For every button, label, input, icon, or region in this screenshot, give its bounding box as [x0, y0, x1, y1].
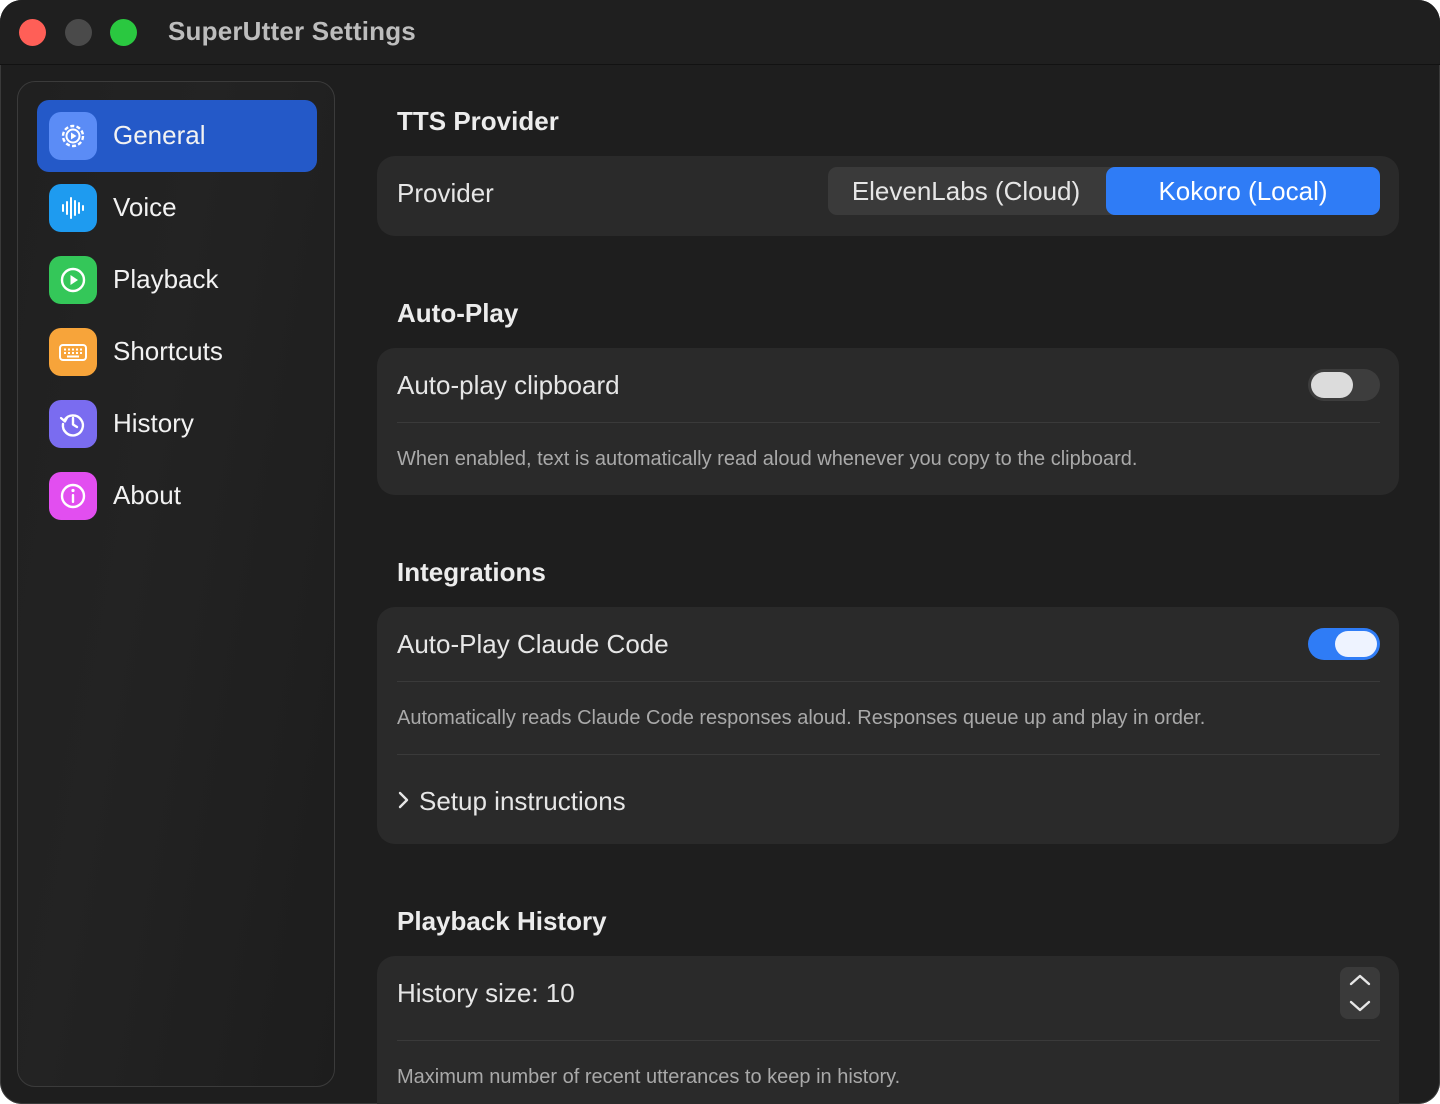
- sidebar-item-label: About: [113, 480, 181, 510]
- section-title-auto-play: Auto-Play: [397, 298, 519, 328]
- provider-segmented-control: ElevenLabs (Cloud) Kokoro (Local): [828, 167, 1380, 215]
- history-size-description: Maximum number of recent utterances to k…: [397, 1066, 901, 1088]
- auto-play-clipboard-label: Auto-play clipboard: [397, 370, 620, 400]
- play-circle-icon: [49, 256, 97, 304]
- sidebar-item-history[interactable]: History: [37, 388, 317, 460]
- integrations-card: Auto-Play Claude Code Automatically read…: [377, 607, 1399, 844]
- info-icon: [49, 472, 97, 520]
- chevron-right-icon[interactable]: [397, 790, 411, 810]
- sidebar-item-general[interactable]: General: [37, 100, 317, 172]
- sidebar-item-shortcuts[interactable]: Shortcuts: [37, 316, 317, 388]
- provider-option-elevenlabs[interactable]: ElevenLabs (Cloud): [828, 167, 1104, 215]
- settings-content: TTS Provider Provider ElevenLabs (Cloud)…: [360, 64, 1440, 1104]
- playback-history-card: History size: 10 Maximum number of recen…: [377, 956, 1399, 1104]
- auto-play-claude-code-toggle[interactable]: [1308, 628, 1380, 660]
- window-title: SuperUtter Settings: [168, 16, 416, 46]
- settings-window: SuperUtter Settings General Voice Playba…: [0, 0, 1440, 1104]
- tts-provider-card: Provider ElevenLabs (Cloud) Kokoro (Loca…: [377, 156, 1399, 236]
- claude-code-description: Automatically reads Claude Code response…: [397, 707, 1206, 729]
- provider-option-kokoro[interactable]: Kokoro (Local): [1106, 167, 1380, 215]
- sidebar-item-voice[interactable]: Voice: [37, 172, 317, 244]
- sidebar-item-label: General: [113, 120, 206, 150]
- zoom-window-button[interactable]: [110, 19, 137, 46]
- close-window-button[interactable]: [19, 19, 46, 46]
- setup-instructions-disclosure[interactable]: Setup instructions: [419, 786, 626, 817]
- sidebar-item-about[interactable]: About: [37, 460, 317, 532]
- sidebar-item-label: Shortcuts: [113, 336, 223, 366]
- section-title-playback-history: Playback History: [397, 906, 607, 936]
- auto-play-description: When enabled, text is automatically read…: [397, 448, 1138, 470]
- provider-label: Provider: [397, 178, 494, 208]
- history-size-stepper: [1340, 967, 1380, 1019]
- divider: [397, 754, 1380, 755]
- stepper-decrement-button[interactable]: [1340, 993, 1380, 1019]
- divider: [397, 422, 1380, 423]
- section-title-integrations: Integrations: [397, 557, 546, 587]
- history-icon: [49, 400, 97, 448]
- auto-play-card: Auto-play clipboard When enabled, text i…: [377, 348, 1399, 495]
- waveform-icon: [49, 184, 97, 232]
- sidebar-item-playback[interactable]: Playback: [37, 244, 317, 316]
- title-bar: SuperUtter Settings: [0, 0, 1440, 65]
- sidebar-item-label: History: [113, 408, 194, 438]
- divider: [397, 1040, 1380, 1041]
- stepper-increment-button[interactable]: [1340, 967, 1380, 993]
- keyboard-icon: [49, 328, 97, 376]
- history-size-label: History size: 10: [397, 978, 575, 1008]
- auto-play-clipboard-toggle[interactable]: [1308, 369, 1380, 401]
- sidebar: General Voice Playback Shortcuts History: [17, 81, 335, 1087]
- minimize-window-button[interactable]: [65, 19, 92, 46]
- chevron-up-icon: [1349, 974, 1371, 986]
- section-title-tts-provider: TTS Provider: [397, 106, 559, 136]
- gear-icon: [49, 112, 97, 160]
- sidebar-item-label: Voice: [113, 192, 177, 222]
- divider: [397, 681, 1380, 682]
- toggle-knob: [1335, 631, 1377, 657]
- chevron-down-icon: [1349, 1000, 1371, 1012]
- auto-play-claude-code-label: Auto-Play Claude Code: [397, 629, 669, 659]
- toggle-knob: [1311, 372, 1353, 398]
- sidebar-item-label: Playback: [113, 264, 219, 294]
